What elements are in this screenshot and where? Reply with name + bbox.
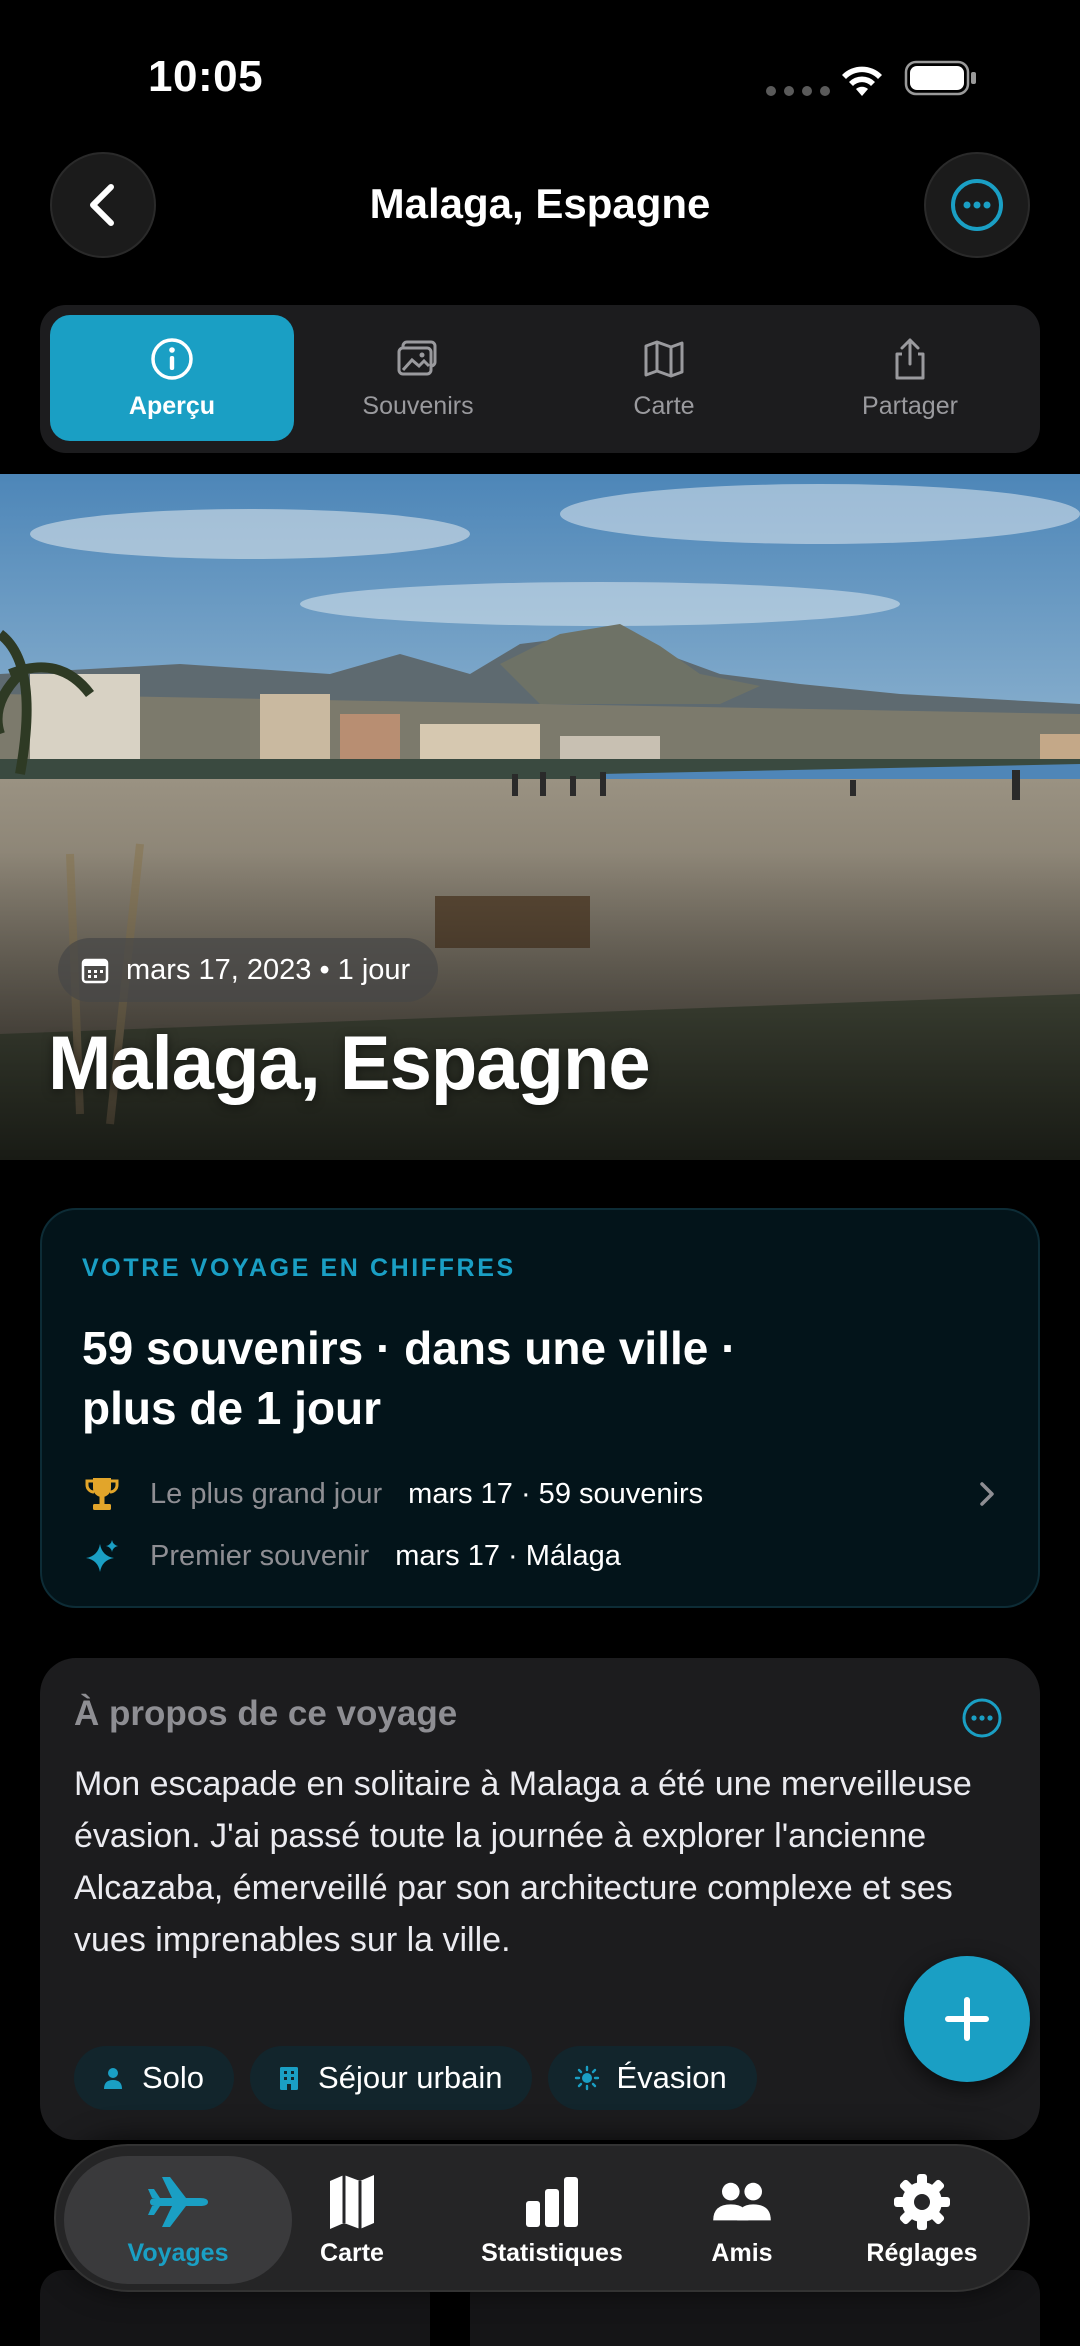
tag-label: Séjour urbain — [318, 2060, 503, 2095]
trip-date-chip: mars 17, 2023 • 1 jour — [58, 938, 439, 1002]
trip-date: mars 17, 2023 • 1 jour — [126, 953, 411, 986]
biggest-day-label: Le plus grand jour — [150, 1477, 383, 1510]
plus-icon — [945, 1997, 989, 2041]
battery-icon — [904, 60, 976, 96]
nav-statistiques[interactable]: Statistiques — [452, 2156, 652, 2284]
gear-icon — [894, 2173, 950, 2230]
tab-label: Partager — [862, 391, 958, 420]
people-icon — [713, 2182, 771, 2220]
status-time: 10:05 — [148, 52, 264, 101]
sparkles-icon — [86, 1540, 118, 1572]
stats-summary-line: 59 souvenirs · dans une ville · — [82, 1322, 737, 1374]
stats-summary-line: plus de 1 jour — [82, 1382, 382, 1434]
sun-icon — [575, 2065, 600, 2091]
airplane-icon — [148, 2176, 208, 2227]
tab-label: Aperçu — [128, 391, 216, 420]
back-button[interactable] — [50, 152, 156, 258]
calendar-icon — [81, 958, 109, 984]
ellipsis-circle-icon — [951, 179, 1003, 231]
nav-carte[interactable]: Carte — [292, 2156, 412, 2284]
tab-partager[interactable]: Partager — [788, 315, 1032, 441]
about-description: Mon escapade en solitaire à Malaga a été… — [74, 1765, 972, 1959]
wifi-icon — [842, 66, 882, 96]
status-bar: 10:05 — [0, 0, 1080, 150]
cellular-signal-icon — [766, 86, 830, 96]
person-icon — [104, 2068, 122, 2089]
trip-stats-card: VOTRE VOYAGE EN CHIFFRES 59 souvenirs · … — [40, 1208, 1040, 1608]
more-options-button[interactable] — [924, 152, 1030, 258]
tab-label: Souvenirs — [362, 391, 474, 420]
tag-evasion[interactable]: Évasion — [548, 2046, 757, 2110]
about-trip-card: À propos de ce voyage Mon escapade en so… — [40, 1658, 1040, 2140]
tag-sejour-urbain[interactable]: Séjour urbain — [250, 2046, 533, 2110]
stats-summary: 59 souvenirs · dans une ville · plus de … — [82, 1318, 942, 1438]
trip-tabs: Aperçu Souvenirs Carte Partager — [40, 305, 1040, 453]
building-icon — [280, 2067, 299, 2090]
biggest-day-row[interactable]: Le plus grand jour mars 17 · 59 souvenir… — [82, 1472, 703, 1516]
bar-chart-icon — [526, 2176, 578, 2227]
chevron-left-icon — [90, 184, 114, 226]
share-icon — [895, 338, 925, 379]
nav-label: Carte — [320, 2238, 384, 2267]
nav-voyages[interactable]: Voyages — [64, 2156, 292, 2284]
tab-carte[interactable]: Carte — [542, 315, 786, 441]
bottom-tab-bar: Voyages Carte Statistiques Amis Réglages — [54, 2144, 1030, 2292]
map-icon — [330, 2174, 374, 2229]
first-memory-row: Premier souvenir mars 17 · Málaga — [82, 1534, 621, 1578]
stats-heading: VOTRE VOYAGE EN CHIFFRES — [82, 1254, 516, 1282]
first-memory-label: Premier souvenir — [150, 1539, 370, 1572]
about-title: À propos de ce voyage — [74, 1694, 458, 1733]
nav-amis[interactable]: Amis — [672, 2156, 812, 2284]
chevron-right-icon[interactable] — [972, 1472, 1002, 1516]
tab-label: Carte — [633, 391, 695, 420]
tab-souvenirs[interactable]: Souvenirs — [296, 315, 540, 441]
map-icon — [644, 340, 684, 377]
nav-label: Voyages — [127, 2238, 229, 2267]
nav-label: Réglages — [866, 2238, 978, 2267]
nav-reglages[interactable]: Réglages — [842, 2156, 1002, 2284]
info-icon — [151, 337, 193, 380]
tag-label: Solo — [142, 2060, 205, 2095]
nav-label: Statistiques — [481, 2238, 623, 2267]
biggest-day-value: mars 17 · 59 souvenirs — [408, 1477, 704, 1510]
nav-label: Amis — [711, 2238, 773, 2267]
trip-tags: Solo Séjour urbain Évasion — [74, 2046, 757, 2110]
tag-solo[interactable]: Solo — [74, 2046, 235, 2110]
page-title: Malaga, Espagne — [369, 180, 711, 227]
tab-apercu[interactable]: Aperçu — [50, 315, 294, 441]
add-button[interactable] — [904, 1956, 1030, 2082]
photos-icon — [397, 340, 437, 375]
first-memory-value: mars 17 · Málaga — [395, 1539, 621, 1572]
trophy-icon — [85, 1478, 119, 1510]
hero-photo[interactable]: mars 17, 2023 • 1 jour Malaga, Espagne — [0, 474, 1080, 1160]
ellipsis-circle-icon[interactable] — [960, 1696, 1004, 1740]
hero-title: Malaga, Espagne — [48, 1021, 651, 1106]
tag-label: Évasion — [616, 2060, 727, 2095]
